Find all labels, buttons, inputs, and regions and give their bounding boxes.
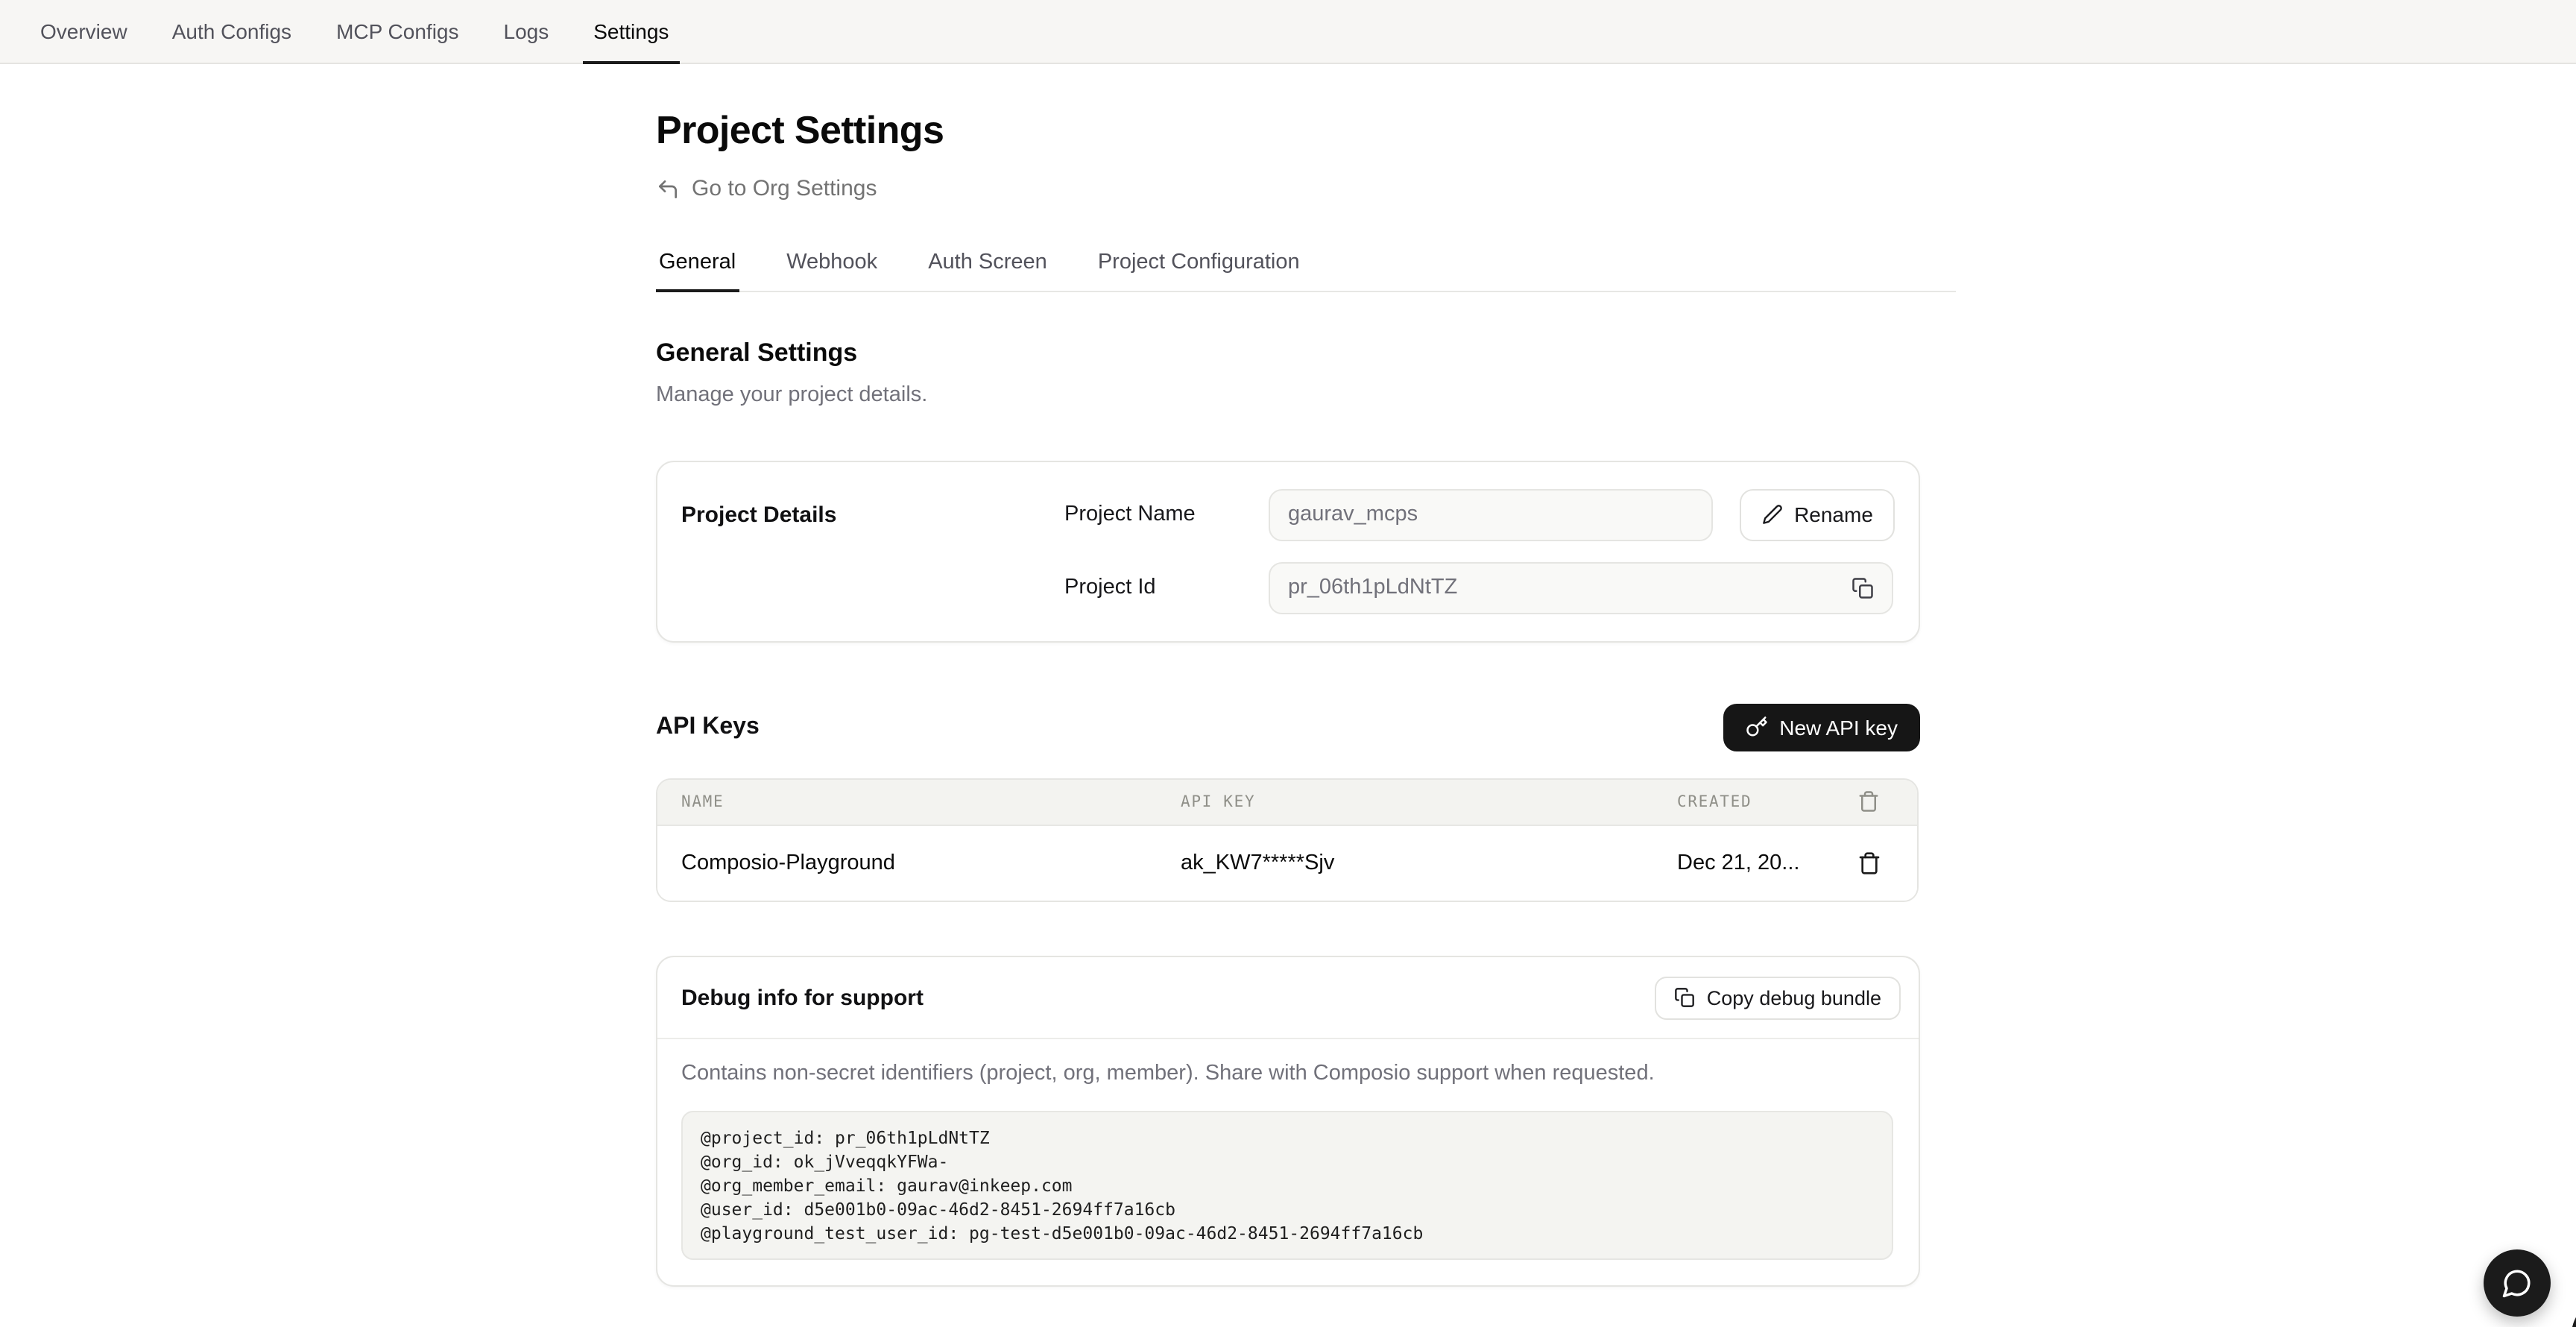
general-settings-heading: General Settings <box>656 338 1956 368</box>
project-id-row: Project Id <box>1064 561 1895 614</box>
main-content: Project Settings Go to Org Settings Gene… <box>656 107 1956 1327</box>
api-keys-table-header: NAME API KEY CREATED <box>657 779 1917 825</box>
project-details-title: Project Details <box>681 488 1064 614</box>
project-id-input[interactable] <box>1288 576 1852 599</box>
rename-button-label: Rename <box>1794 502 1873 526</box>
settings-tabs: General Webhook Auth Screen Project Conf… <box>656 250 1956 291</box>
api-key-masked: ak_KW7*****Sjv <box>1181 851 1677 874</box>
debug-bundle-code: @project_id: pr_06th1pLdNtTZ@org_id: ok_… <box>681 1110 1893 1259</box>
copy-project-id-button[interactable] <box>1852 576 1874 599</box>
code-line: @org_id: ok_jVveqqkYFWa- <box>701 1149 1874 1173</box>
code-line: @org_member_email: gaurav@inkeep.com <box>701 1173 1874 1197</box>
nav-item-auth-configs[interactable]: Auth Configs <box>162 0 302 64</box>
project-id-label: Project Id <box>1064 576 1269 599</box>
tab-project-configuration[interactable]: Project Configuration <box>1095 250 1303 291</box>
project-details-fields: Project Name Rename Project Id <box>1064 488 1895 614</box>
key-icon <box>1745 716 1767 738</box>
copy-debug-bundle-label: Copy debug bundle <box>1707 986 1881 1009</box>
api-key-row: Composio-Playground ak_KW7*****Sjv Dec 2… <box>657 825 1917 900</box>
col-header-name: NAME <box>681 792 1181 810</box>
copy-icon <box>1674 987 1695 1008</box>
message-bubble-icon <box>2501 1267 2533 1299</box>
nav-item-logs[interactable]: Logs <box>493 0 560 64</box>
project-name-row: Project Name Rename <box>1064 488 1895 540</box>
project-details-card: Project Details Project Name Rename <box>656 460 1920 642</box>
api-keys-header: API Keys New API key <box>656 703 1920 751</box>
corner-up-left-icon <box>656 177 680 201</box>
nav-item-overview[interactable]: Overview <box>30 0 138 64</box>
page-title: Project Settings <box>656 107 1956 154</box>
tab-auth-screen[interactable]: Auth Screen <box>925 250 1050 291</box>
api-keys-heading: API Keys <box>656 713 760 740</box>
nav-item-settings[interactable]: Settings <box>583 0 679 64</box>
debug-card-body: Contains non-secret identifiers (project… <box>657 1038 1919 1285</box>
debug-card-header: Debug info for support Copy debug bundle <box>657 956 1919 1038</box>
code-line: @project_id: pr_06th1pLdNtTZ <box>701 1125 1874 1149</box>
copy-debug-bundle-button[interactable]: Copy debug bundle <box>1655 976 1901 1019</box>
page: Overview Auth Configs MCP Configs Logs S… <box>0 0 2576 1327</box>
col-header-created: CREATED <box>1677 792 1857 810</box>
api-key-name: Composio-Playground <box>681 851 1181 874</box>
nav-item-mcp-configs[interactable]: MCP Configs <box>326 0 469 64</box>
tab-webhook[interactable]: Webhook <box>783 250 880 291</box>
corner-widget-edge <box>2572 1299 2576 1327</box>
top-nav: Overview Auth Configs MCP Configs Logs S… <box>0 0 2576 64</box>
code-line: @user_id: d5e001b0-09ac-46d2-8451-2694ff… <box>701 1197 1874 1220</box>
col-header-api-key: API KEY <box>1181 792 1677 810</box>
new-api-key-label: New API key <box>1779 715 1898 739</box>
debug-description: Contains non-secret identifiers (project… <box>681 1061 1893 1085</box>
debug-info-card: Debug info for support Copy debug bundle… <box>656 955 1920 1286</box>
delete-api-key-button[interactable] <box>1857 851 1917 874</box>
api-keys-table: NAME API KEY CREATED Composio-Playground… <box>656 778 1919 901</box>
pencil-icon <box>1761 504 1782 525</box>
api-key-created: Dec 21, 20... <box>1677 851 1857 874</box>
go-to-org-settings-link[interactable]: Go to Org Settings <box>656 176 877 201</box>
header-trash-icon <box>1857 790 1917 813</box>
new-api-key-button[interactable]: New API key <box>1723 703 1920 751</box>
general-settings-subtitle: Manage your project details. <box>656 382 1956 406</box>
back-link-label: Go to Org Settings <box>692 176 877 201</box>
project-id-field-wrap <box>1269 561 1893 614</box>
chat-button[interactable] <box>2484 1249 2551 1317</box>
project-name-input[interactable] <box>1288 502 1693 526</box>
tab-general[interactable]: General <box>656 250 739 291</box>
debug-card-title: Debug info for support <box>681 985 924 1010</box>
project-name-label: Project Name <box>1064 502 1269 526</box>
rename-button[interactable]: Rename <box>1740 488 1895 540</box>
trash-icon <box>1857 851 1881 874</box>
code-line: @playground_test_user_id: pg-test-d5e001… <box>701 1220 1874 1244</box>
project-name-field-wrap <box>1269 488 1713 540</box>
copy-icon <box>1852 576 1874 599</box>
